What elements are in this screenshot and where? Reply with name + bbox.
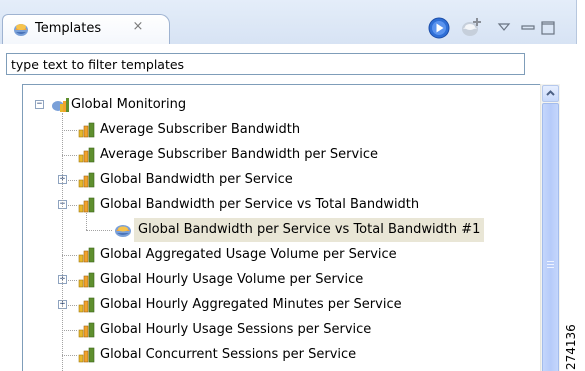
tree-connector — [68, 305, 77, 307]
report-icon — [78, 143, 96, 167]
tree-connector — [62, 113, 64, 371]
report-icon — [78, 293, 96, 317]
tab-title: Templates — [35, 21, 102, 36]
report-icon — [78, 118, 96, 142]
tree-item-label: Global Hourly Usage Volume per Service — [100, 272, 364, 287]
report-icon — [78, 243, 96, 267]
tree-connector — [68, 180, 77, 182]
report-icon — [78, 318, 96, 342]
tree-connector — [68, 280, 77, 282]
tree-item[interactable]: Global Concurrent Sessions per Service — [23, 343, 541, 367]
run-icon[interactable] — [428, 17, 450, 39]
tree-item-label: Global Hourly Aggregated Minutes per Ser… — [100, 297, 402, 312]
tree-item[interactable]: + Global Hourly Aggregated Minutes per Se… — [23, 293, 541, 317]
scroll-up-button[interactable] — [542, 85, 559, 102]
tree-item[interactable]: − Global Bandwidth per Service vs Total B… — [23, 193, 541, 217]
tree-connector — [68, 205, 77, 207]
filter-input[interactable] — [6, 53, 525, 75]
tree-item-label: Global Bandwidth per Service vs Total Ba… — [100, 197, 420, 212]
tree-item[interactable]: Global Hourly Usage Sessions per Service — [23, 318, 541, 342]
figure-code: 274136 — [560, 312, 584, 371]
tree-connector — [86, 230, 112, 232]
tree-connector — [62, 330, 77, 332]
figure-code-text: 274136 — [564, 324, 578, 370]
tab-templates[interactable]: Templates × — [2, 14, 170, 44]
minimize-icon[interactable] — [520, 20, 536, 36]
tree-connector — [62, 155, 77, 157]
vertical-scrollbar[interactable] — [540, 84, 560, 371]
tree-item-label: Average Subscriber Bandwidth — [100, 122, 301, 137]
tree-connector — [62, 130, 77, 132]
template-tree: − Global Monitoring Average Subscriber Ban… — [22, 84, 542, 371]
tree-root-item[interactable]: − Global Monitoring — [23, 93, 541, 117]
scroll-thumb[interactable] — [542, 103, 559, 371]
tree-item-label: Global Aggregated Usage Volume per Servi… — [100, 247, 397, 262]
tree-item-label: Global Bandwidth per Service vs Total Ba… — [134, 218, 485, 242]
instance-icon — [114, 218, 132, 242]
close-icon[interactable]: × — [131, 20, 145, 34]
tree-connector — [86, 213, 88, 230]
view-menu-icon[interactable] — [497, 20, 511, 36]
tree-item-label: Global Concurrent Sessions per Service — [100, 347, 357, 362]
view-header: Templates × — [0, 0, 577, 44]
tree-item[interactable]: Average Subscriber Bandwidth per Service — [23, 143, 541, 167]
collapse-icon[interactable]: − — [35, 100, 44, 109]
tree-item[interactable]: + Global Hourly Usage Volume per Service — [23, 268, 541, 292]
tree-item-label: Average Subscriber Bandwidth per Service — [100, 147, 378, 162]
report-icon — [78, 268, 96, 292]
tree-connector — [62, 355, 77, 357]
report-icon — [78, 168, 96, 192]
report-icon — [78, 343, 96, 367]
tree-item-label: Global Bandwidth per Service — [100, 172, 293, 187]
chevron-up-icon — [546, 90, 555, 96]
tree-item-label: Global Hourly Usage Sessions per Service — [100, 322, 372, 337]
tree-item[interactable]: Average Subscriber Bandwidth — [23, 118, 541, 142]
new-template-icon[interactable] — [460, 16, 484, 38]
tree-item[interactable]: Global Aggregated Usage Volume per Servi… — [23, 243, 541, 267]
tree-item[interactable]: + Global Bandwidth per Service — [23, 168, 541, 192]
templates-icon — [14, 24, 28, 36]
templates-view: Templates × −Global MonitoringAverage — [0, 0, 585, 371]
maximize-icon[interactable] — [540, 20, 556, 36]
tree-connector — [62, 255, 77, 257]
tree-item-label: Global Monitoring — [71, 97, 187, 112]
group-report-icon — [51, 93, 69, 117]
